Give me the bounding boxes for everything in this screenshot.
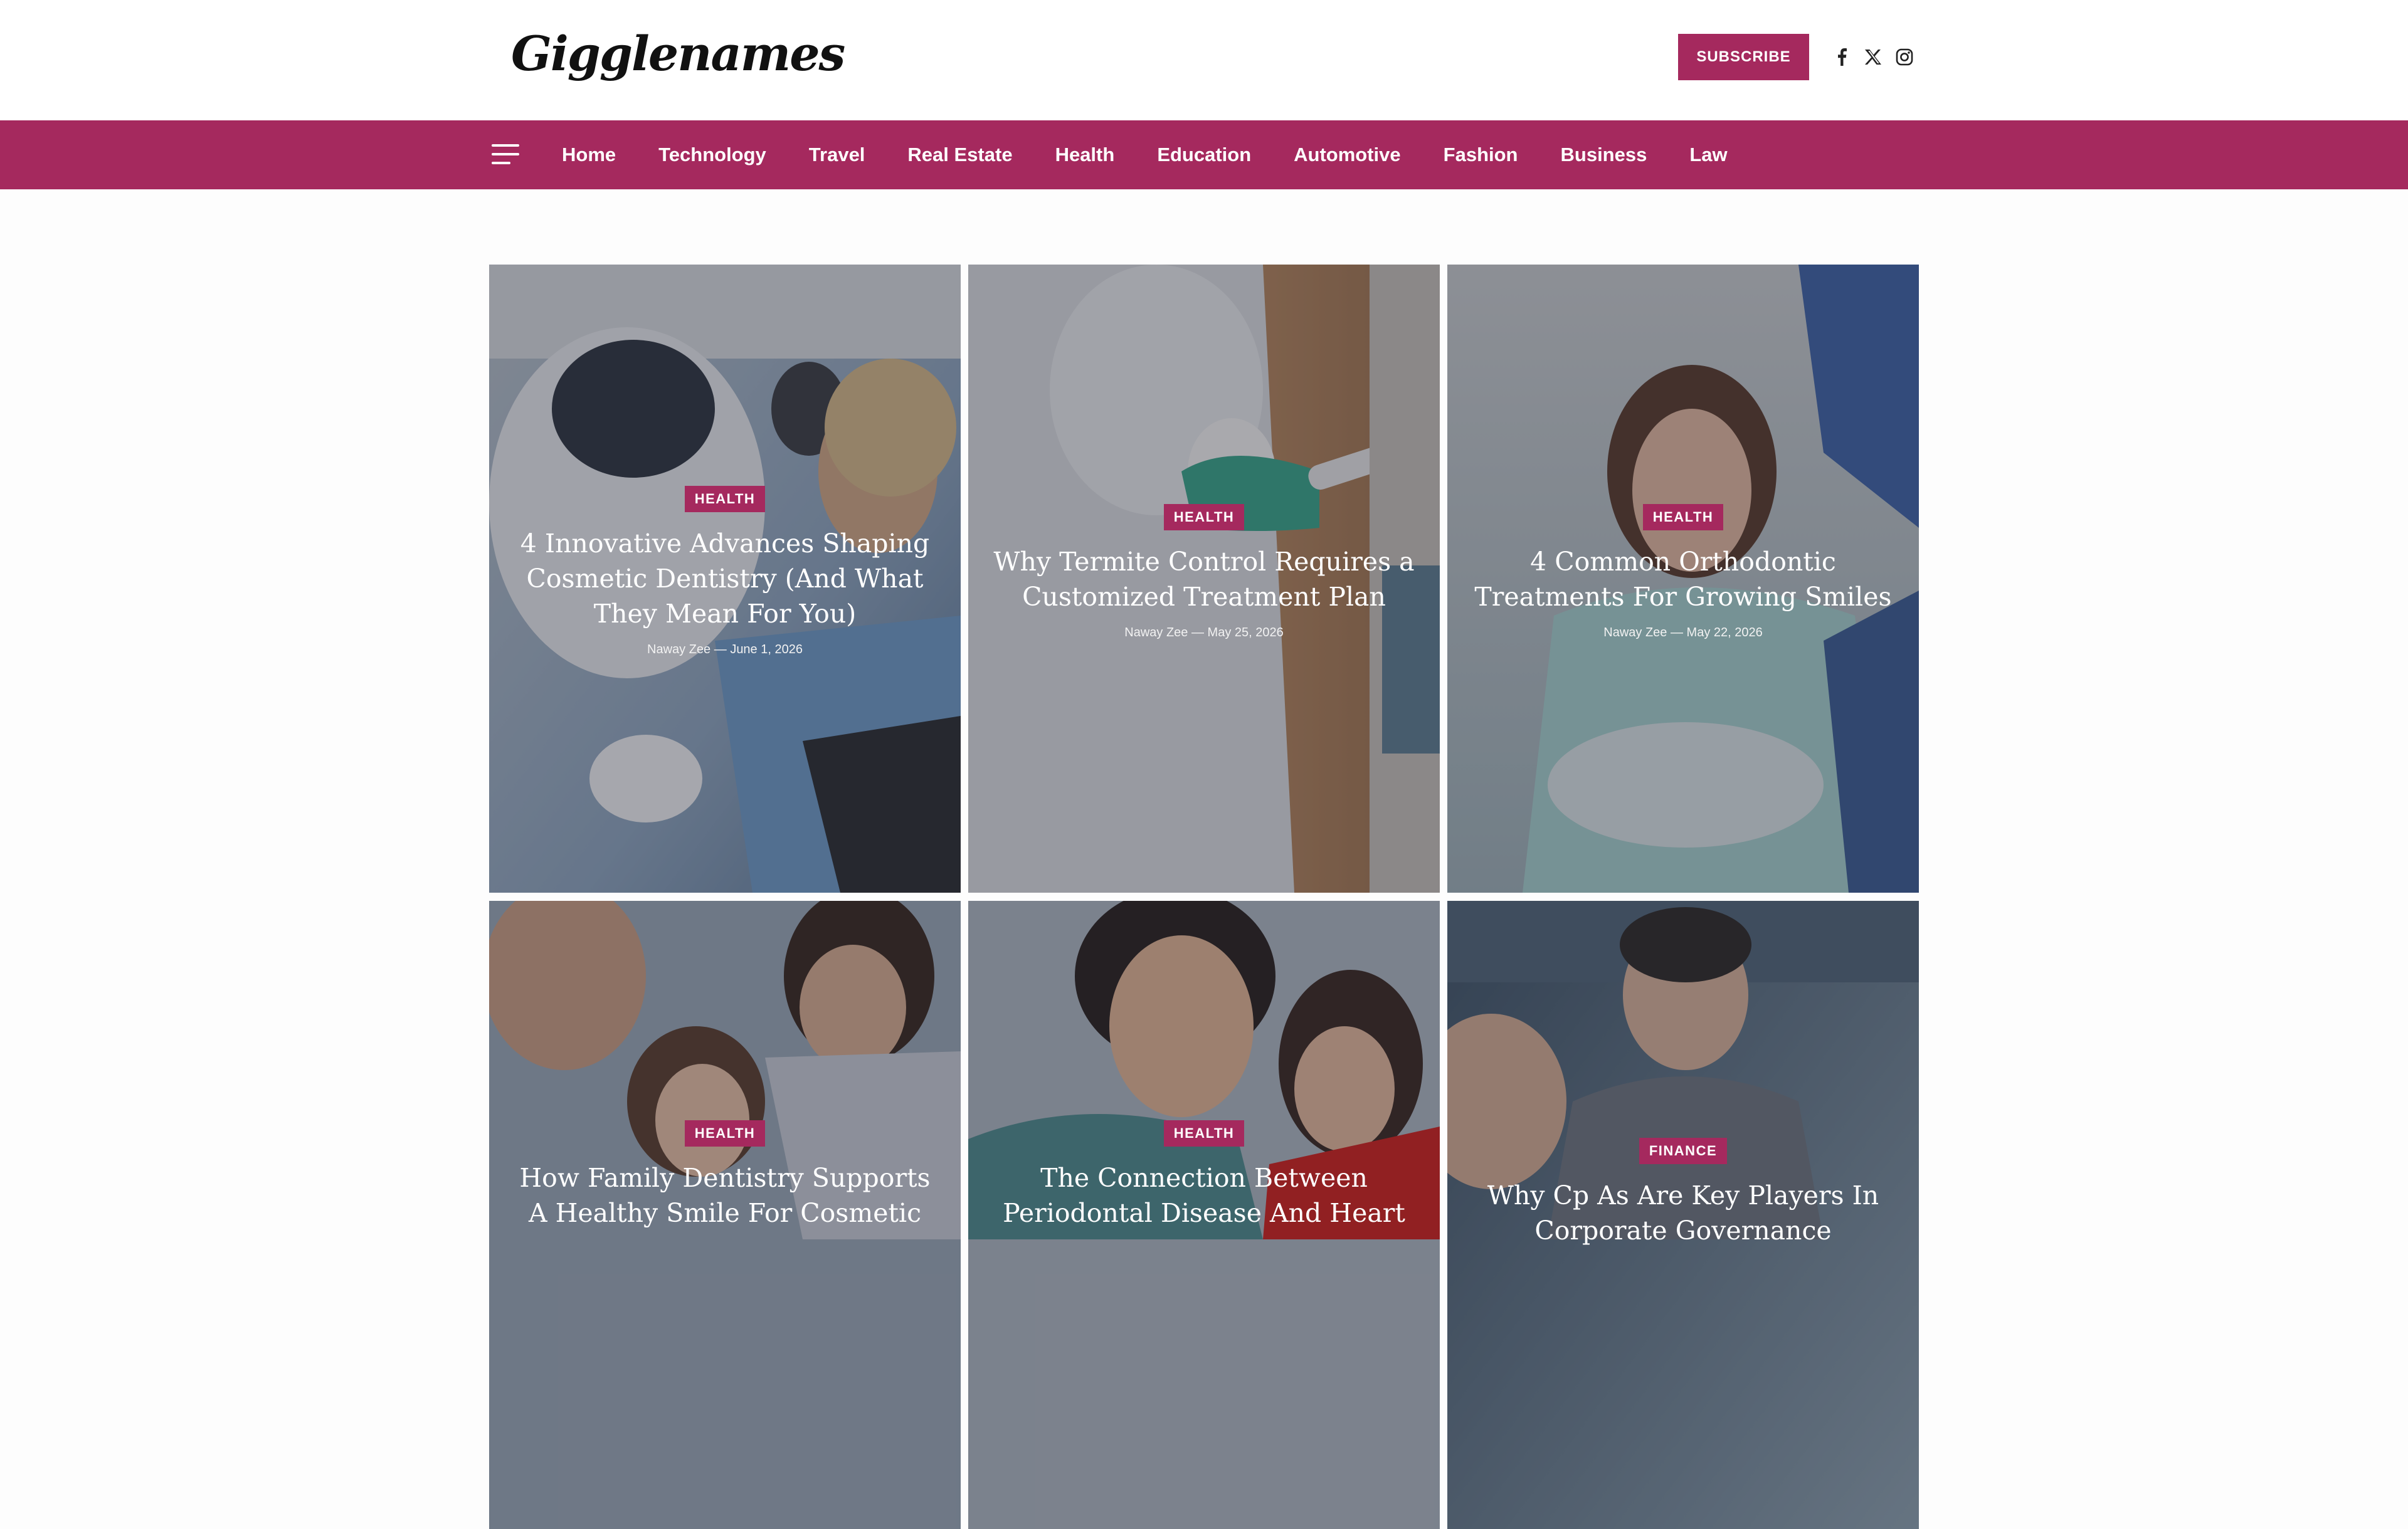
subscribe-button[interactable]: SUBSCRIBE — [1678, 34, 1809, 80]
site-logo[interactable]: Gigglenames — [511, 30, 845, 78]
post-title[interactable]: Why Termite Control Requires a Customize… — [993, 544, 1415, 614]
post-meta: Naway Zee — May 22, 2026 — [1603, 626, 1762, 640]
category-badge[interactable]: HEALTH — [684, 1120, 766, 1147]
nav-item-business[interactable]: Business — [1561, 144, 1647, 166]
site-header: Gigglenames SUBSCRIBE — [0, 0, 2408, 120]
facebook-icon[interactable] — [1831, 46, 1852, 68]
nav-item-health[interactable]: Health — [1055, 144, 1115, 166]
post-date: May 25, 2026 — [1207, 626, 1284, 639]
meta-separator: — — [1670, 626, 1687, 639]
nav-item-real-estate[interactable]: Real Estate — [907, 144, 1012, 166]
post-title[interactable]: How Family Dentistry Supports A Healthy … — [514, 1160, 936, 1231]
meta-separator: — — [1191, 626, 1208, 639]
x-icon[interactable] — [1862, 46, 1884, 68]
post-meta: Naway Zee — May 25, 2026 — [1124, 626, 1283, 640]
nav-item-technology[interactable]: Technology — [658, 144, 766, 166]
nav-item-education[interactable]: Education — [1157, 144, 1251, 166]
post-title[interactable]: 4 Innovative Advances Shaping Cosmetic D… — [514, 526, 936, 631]
category-badge[interactable]: HEALTH — [1163, 504, 1245, 530]
nav-item-fashion[interactable]: Fashion — [1444, 144, 1518, 166]
post-card[interactable]: HEALTH The Connection Between Periodonta… — [968, 901, 1440, 1529]
category-badge[interactable]: HEALTH — [684, 486, 766, 512]
menu-icon[interactable] — [492, 144, 519, 166]
post-date: June 1, 2026 — [730, 643, 803, 656]
post-card[interactable]: FINANCE Why Cp As Are Key Players In Cor… — [1447, 901, 1919, 1529]
category-badge[interactable]: HEALTH — [1642, 504, 1724, 530]
instagram-icon[interactable] — [1894, 46, 1915, 68]
post-card[interactable]: HEALTH How Family Dentistry Supports A H… — [489, 901, 961, 1529]
post-author[interactable]: Naway Zee — [647, 643, 710, 656]
post-date: May 22, 2026 — [1686, 626, 1763, 639]
nav-item-law[interactable]: Law — [1689, 144, 1727, 166]
post-card[interactable]: HEALTH 4 Common Orthodontic Treatments F… — [1447, 265, 1919, 893]
nav-item-home[interactable]: Home — [562, 144, 616, 166]
post-card[interactable]: HEALTH 4 Innovative Advances Shaping Cos… — [489, 265, 961, 893]
category-badge[interactable]: HEALTH — [1163, 1120, 1245, 1147]
category-badge[interactable]: FINANCE — [1639, 1138, 1728, 1164]
meta-separator: — — [714, 643, 731, 656]
main-nav: Home Technology Travel Real Estate Healt… — [0, 120, 2408, 189]
post-author[interactable]: Naway Zee — [1603, 626, 1667, 639]
post-title[interactable]: 4 Common Orthodontic Treatments For Grow… — [1472, 544, 1894, 614]
nav-item-travel[interactable]: Travel — [809, 144, 865, 166]
post-meta: Naway Zee — June 1, 2026 — [647, 643, 803, 657]
post-title[interactable]: The Connection Between Periodontal Disea… — [993, 1160, 1415, 1231]
post-card[interactable]: HEALTH Why Termite Control Requires a Cu… — [968, 265, 1440, 893]
post-author[interactable]: Naway Zee — [1124, 626, 1188, 639]
post-title[interactable]: Why Cp As Are Key Players In Corporate G… — [1472, 1178, 1894, 1248]
nav-item-automotive[interactable]: Automotive — [1294, 144, 1401, 166]
